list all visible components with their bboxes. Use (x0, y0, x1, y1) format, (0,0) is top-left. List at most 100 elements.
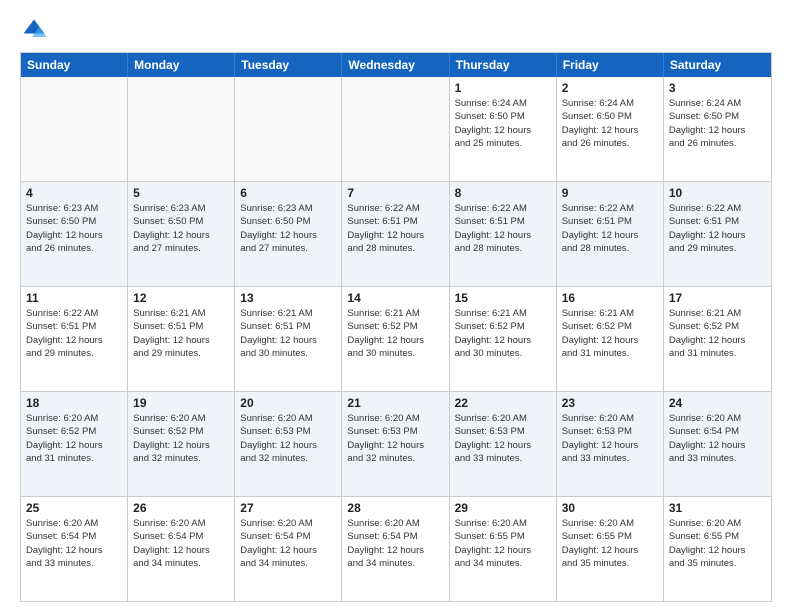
calendar-cell: 5 Sunrise: 6:23 AMSunset: 6:50 PMDaylight… (128, 182, 235, 286)
cell-info: Sunrise: 6:20 AMSunset: 6:52 PMDaylight:… (26, 412, 122, 465)
calendar-header: SundayMondayTuesdayWednesdayThursdayFrid… (21, 53, 771, 77)
day-number: 6 (240, 186, 336, 200)
day-number: 1 (455, 81, 551, 95)
calendar-cell: 17 Sunrise: 6:21 AMSunset: 6:52 PMDayligh… (664, 287, 771, 391)
day-number: 30 (562, 501, 658, 515)
cell-info: Sunrise: 6:20 AMSunset: 6:54 PMDaylight:… (133, 517, 229, 570)
header-cell-friday: Friday (557, 53, 664, 77)
day-number: 23 (562, 396, 658, 410)
header-cell-monday: Monday (128, 53, 235, 77)
calendar-cell: 21 Sunrise: 6:20 AMSunset: 6:53 PMDayligh… (342, 392, 449, 496)
calendar: SundayMondayTuesdayWednesdayThursdayFrid… (20, 52, 772, 602)
cell-info: Sunrise: 6:21 AMSunset: 6:51 PMDaylight:… (240, 307, 336, 360)
header-cell-tuesday: Tuesday (235, 53, 342, 77)
calendar-cell: 16 Sunrise: 6:21 AMSunset: 6:52 PMDayligh… (557, 287, 664, 391)
calendar-cell: 13 Sunrise: 6:21 AMSunset: 6:51 PMDayligh… (235, 287, 342, 391)
calendar-cell: 19Sunrise: 6:20 AMSunset: 6:52 PMDayligh… (128, 392, 235, 496)
calendar-cell (342, 77, 449, 181)
day-number: 3 (669, 81, 766, 95)
day-number: 19 (133, 396, 229, 410)
day-number: 16 (562, 291, 658, 305)
day-number: 11 (26, 291, 122, 305)
calendar-cell: 4 Sunrise: 6:23 AMSunset: 6:50 PMDaylight… (21, 182, 128, 286)
day-number: 2 (562, 81, 658, 95)
calendar-cell: 9 Sunrise: 6:22 AMSunset: 6:51 PMDaylight… (557, 182, 664, 286)
cell-info: Sunrise: 6:21 AMSunset: 6:52 PMDaylight:… (455, 307, 551, 360)
calendar-row: 4 Sunrise: 6:23 AMSunset: 6:50 PMDaylight… (21, 181, 771, 286)
logo-icon (20, 16, 48, 44)
cell-info: Sunrise: 6:24 AMSunset: 6:50 PMDaylight:… (669, 97, 766, 150)
cell-info: Sunrise: 6:23 AMSunset: 6:50 PMDaylight:… (240, 202, 336, 255)
day-number: 10 (669, 186, 766, 200)
calendar-cell: 8 Sunrise: 6:22 AMSunset: 6:51 PMDaylight… (450, 182, 557, 286)
day-number: 8 (455, 186, 551, 200)
cell-info: Sunrise: 6:20 AMSunset: 6:54 PMDaylight:… (669, 412, 766, 465)
cell-info: Sunrise: 6:20 AMSunset: 6:54 PMDaylight:… (240, 517, 336, 570)
day-number: 27 (240, 501, 336, 515)
calendar-cell: 14 Sunrise: 6:21 AMSunset: 6:52 PMDayligh… (342, 287, 449, 391)
day-number: 26 (133, 501, 229, 515)
calendar-cell: 11 Sunrise: 6:22 AMSunset: 6:51 PMDayligh… (21, 287, 128, 391)
cell-info: Sunrise: 6:21 AMSunset: 6:51 PMDaylight:… (133, 307, 229, 360)
cell-info: Sunrise: 6:20 AMSunset: 6:55 PMDaylight:… (455, 517, 551, 570)
cell-info: Sunrise: 6:21 AMSunset: 6:52 PMDaylight:… (347, 307, 443, 360)
calendar-cell (235, 77, 342, 181)
day-number: 17 (669, 291, 766, 305)
cell-info: Sunrise: 6:20 AMSunset: 6:53 PMDaylight:… (562, 412, 658, 465)
day-number: 29 (455, 501, 551, 515)
day-number: 25 (26, 501, 122, 515)
calendar-cell: 15 Sunrise: 6:21 AMSunset: 6:52 PMDayligh… (450, 287, 557, 391)
header-cell-sunday: Sunday (21, 53, 128, 77)
cell-info: Sunrise: 6:23 AMSunset: 6:50 PMDaylight:… (133, 202, 229, 255)
header-cell-saturday: Saturday (664, 53, 771, 77)
calendar-row: 18 Sunrise: 6:20 AMSunset: 6:52 PMDayligh… (21, 391, 771, 496)
calendar-cell: 25Sunrise: 6:20 AMSunset: 6:54 PMDayligh… (21, 497, 128, 601)
day-number: 14 (347, 291, 443, 305)
header-cell-wednesday: Wednesday (342, 53, 449, 77)
calendar-cell: 2 Sunrise: 6:24 AMSunset: 6:50 PMDaylight… (557, 77, 664, 181)
calendar-cell: 6 Sunrise: 6:23 AMSunset: 6:50 PMDaylight… (235, 182, 342, 286)
calendar-cell (21, 77, 128, 181)
cell-info: Sunrise: 6:20 AMSunset: 6:53 PMDaylight:… (455, 412, 551, 465)
day-number: 24 (669, 396, 766, 410)
cell-info: Sunrise: 6:20 AMSunset: 6:55 PMDaylight:… (562, 517, 658, 570)
day-number: 9 (562, 186, 658, 200)
cell-info: Sunrise: 6:21 AMSunset: 6:52 PMDaylight:… (562, 307, 658, 360)
day-number: 28 (347, 501, 443, 515)
calendar-cell: 22Sunrise: 6:20 AMSunset: 6:53 PMDayligh… (450, 392, 557, 496)
header (20, 16, 772, 44)
cell-info: Sunrise: 6:22 AMSunset: 6:51 PMDaylight:… (562, 202, 658, 255)
cell-info: Sunrise: 6:24 AMSunset: 6:50 PMDaylight:… (562, 97, 658, 150)
calendar-cell: 26 Sunrise: 6:20 AMSunset: 6:54 PMDayligh… (128, 497, 235, 601)
cell-info: Sunrise: 6:22 AMSunset: 6:51 PMDaylight:… (669, 202, 766, 255)
cell-info: Sunrise: 6:20 AMSunset: 6:53 PMDaylight:… (240, 412, 336, 465)
day-number: 12 (133, 291, 229, 305)
day-number: 13 (240, 291, 336, 305)
calendar-cell: 1 Sunrise: 6:24 AMSunset: 6:50 PMDaylight… (450, 77, 557, 181)
calendar-row: 25 Sunrise: 6:20 AMSunset: 6:54 PMDayligh… (21, 496, 771, 601)
cell-info: Sunrise: 6:22 AMSunset: 6:51 PMDaylight:… (347, 202, 443, 255)
cell-info: Sunrise: 6:21 AMSunset: 6:52 PMDaylight:… (669, 307, 766, 360)
cell-info: Sunrise: 6:22 AMSunset: 6:51 PMDaylight:… (455, 202, 551, 255)
calendar-cell: 31Sunrise: 6:20 AMSunset: 6:55 PMDayligh… (664, 497, 771, 601)
day-number: 5 (133, 186, 229, 200)
calendar-cell: 12 Sunrise: 6:21 AMSunset: 6:51 PMDayligh… (128, 287, 235, 391)
calendar-cell: 28 Sunrise: 6:20 AMSunset: 6:54 PMDayligh… (342, 497, 449, 601)
calendar-cell: 27 Sunrise: 6:20 AMSunset: 6:54 PMDayligh… (235, 497, 342, 601)
page: SundayMondayTuesdayWednesdayThursdayFrid… (0, 0, 792, 612)
day-number: 4 (26, 186, 122, 200)
header-cell-thursday: Thursday (450, 53, 557, 77)
day-number: 18 (26, 396, 122, 410)
day-number: 15 (455, 291, 551, 305)
calendar-cell: 23 Sunrise: 6:20 AMSunset: 6:53 PMDayligh… (557, 392, 664, 496)
cell-info: Sunrise: 6:23 AMSunset: 6:50 PMDaylight:… (26, 202, 122, 255)
calendar-cell: 18 Sunrise: 6:20 AMSunset: 6:52 PMDayligh… (21, 392, 128, 496)
cell-info: Sunrise: 6:22 AMSunset: 6:51 PMDaylight:… (26, 307, 122, 360)
cell-info: Sunrise: 6:20 AMSunset: 6:53 PMDaylight:… (347, 412, 443, 465)
day-number: 31 (669, 501, 766, 515)
day-number: 7 (347, 186, 443, 200)
day-number: 21 (347, 396, 443, 410)
calendar-cell: 29 Sunrise: 6:20 AMSunset: 6:55 PMDayligh… (450, 497, 557, 601)
cell-info: Sunrise: 6:20 AMSunset: 6:54 PMDaylight:… (347, 517, 443, 570)
cell-info: Sunrise: 6:24 AMSunset: 6:50 PMDaylight:… (455, 97, 551, 150)
